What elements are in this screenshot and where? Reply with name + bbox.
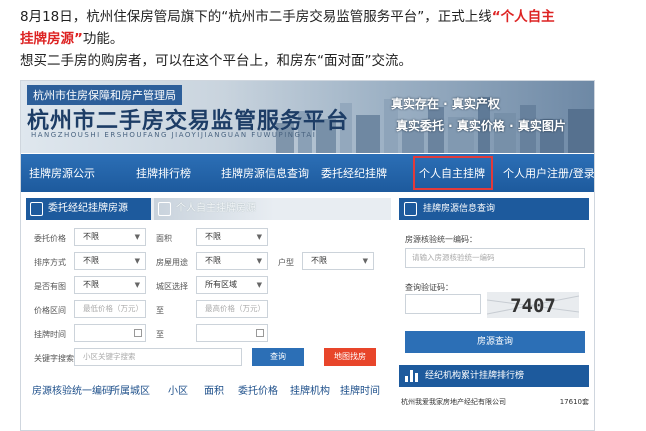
calendar-icon (134, 329, 142, 337)
nav-ranking[interactable]: 挂牌排行榜 (136, 165, 191, 181)
site-banner: 杭州市住房保障和房产管理局 杭州市二手房交易监管服务平台 HANGZHOUSHI… (21, 81, 594, 153)
district-label: 城区选择 (156, 282, 188, 291)
lookup-title: 挂牌房源信息查询 (423, 204, 496, 214)
max-price-input[interactable]: 最高价格（万元） (196, 300, 268, 318)
ranking-row[interactable]: 杭州我爱我家房地产经纪有限公司 17610套 (401, 397, 591, 407)
org-name: 杭州市住房保障和房产管理局 (27, 85, 182, 105)
sort-select[interactable]: 不限 ▼ (74, 252, 146, 270)
agency-name: 杭州我爱我家房地产经纪有限公司 (401, 398, 506, 406)
nav-listing-query[interactable]: 挂牌房源信息查询 (221, 165, 309, 181)
calendar-icon (256, 329, 264, 337)
filter-row-4: 价格区间 最低价格（万元） 至 最高价格（万元） (26, 300, 391, 320)
document-icon (30, 202, 43, 216)
keyword-label: 关键字搜索 (34, 354, 74, 363)
usage-select[interactable]: 不限 ▼ (196, 252, 268, 270)
agency-count: 17610套 (559, 398, 589, 406)
tab-personal-listings[interactable]: 个人自主挂牌房源 (154, 198, 274, 220)
keyword-input[interactable]: 小区关键字搜索 (74, 348, 242, 366)
captcha-text: 7407 (510, 295, 556, 317)
slogan-line-2: 真实委托 · 真实价格 · 真实图片 (396, 119, 566, 133)
min-price-input[interactable]: 最低价格（万元） (74, 300, 146, 318)
tab-agent-label: 委托经纪挂牌房源 (48, 203, 128, 214)
code-input[interactable]: 请输入房源核验统一编码 (405, 248, 585, 268)
price-label: 委托价格 (34, 234, 66, 243)
article-intro: 8月18日，杭州住保房管局旗下的“杭州市二手房交易监管服务平台”，正式上线“个人… (20, 6, 640, 72)
ranking-header: 经纪机构累计挂牌排行榜 (399, 365, 589, 387)
time-to-label: 至 (156, 330, 164, 339)
highlight-box (413, 156, 493, 190)
lookup-submit-button[interactable]: 房源查询 (405, 331, 585, 353)
filter-row-6: 关键字搜索 小区关键字搜索 查询 地图找房 (26, 348, 391, 368)
document-icon (158, 202, 171, 216)
query-button[interactable]: 查询 (252, 348, 304, 366)
price-select[interactable]: 不限 ▼ (74, 228, 146, 246)
area-select[interactable]: 不限 ▼ (196, 228, 268, 246)
tab-personal-label: 个人自主挂牌房源 (176, 203, 256, 214)
filter-row-2: 排序方式 不限 ▼ 房屋用途 不限 ▼ 户型 不限 ▼ (26, 252, 391, 272)
intro-line-2: 挂牌房源”功能。 (20, 28, 640, 50)
col-area: 面积 (204, 386, 224, 397)
col-community: 小区 (168, 386, 188, 397)
col-agency: 挂牌机构 (290, 386, 330, 397)
search-panel: 委托经纪挂牌房源 个人自主挂牌房源 委托价格 不限 ▼ 面积 不限 ▼ 排序方式 不… (26, 198, 391, 368)
document-icon (404, 202, 417, 216)
col-price: 委托价格 (238, 386, 278, 397)
platform-screenshot: 杭州市住房保障和房产管理局 杭州市二手房交易监管服务平台 HANGZHOUSHI… (20, 80, 595, 431)
list-time-end-input[interactable] (196, 324, 268, 342)
tab-agent-listings[interactable]: 委托经纪挂牌房源 (26, 198, 151, 220)
bar-chart-icon (405, 370, 418, 382)
layout-select[interactable]: 不限 ▼ (302, 252, 374, 270)
code-label: 房源核验统一编码： (405, 235, 477, 244)
list-time-label: 挂牌时间 (34, 330, 66, 339)
captcha-label: 查询验证码： (405, 283, 453, 292)
area-label: 面积 (156, 234, 172, 243)
list-time-start-input[interactable] (74, 324, 146, 342)
nav-listing-public[interactable]: 挂牌房源公示 (29, 165, 95, 181)
intro-highlight-1b: “个人自主 (491, 9, 555, 25)
filter-row-3: 是否有图 不限 ▼ 城区选择 所有区域 ▼ (26, 276, 391, 296)
map-search-button[interactable]: 地图找房 (324, 348, 376, 366)
nav-agent-listing[interactable]: 委托经纪挂牌 (321, 165, 387, 181)
usage-label: 房屋用途 (156, 258, 188, 267)
nav-user-register-login[interactable]: 个人用户注册/登录 (503, 165, 594, 181)
district-select[interactable]: 所有区域 ▼ (196, 276, 268, 294)
col-code: 房源核验统一编码 (32, 386, 112, 397)
captcha-image[interactable]: 7407 (487, 292, 579, 318)
price-range-label: 价格区间 (34, 306, 66, 315)
sort-label: 排序方式 (34, 258, 66, 267)
search-tabs: 委托经纪挂牌房源 个人自主挂牌房源 (26, 198, 391, 220)
filter-row-1: 委托价格 不限 ▼ 面积 不限 ▼ (26, 228, 391, 248)
intro-highlight-2a: 挂牌房源” (20, 31, 83, 47)
range-to-label: 至 (156, 306, 164, 315)
layout-label: 户型 (278, 258, 294, 267)
intro-text-1a: 8月18日，杭州住保房管局旗下的“杭州市二手房交易监管服务平台”，正式上线 (20, 9, 492, 25)
col-district: 所属城区 (110, 386, 150, 397)
intro-line-1: 8月18日，杭州住保房管局旗下的“杭州市二手房交易监管服务平台”，正式上线“个人… (20, 6, 640, 28)
listing-table-header: 房源核验统一编码 所属城区 小区 面积 委托价格 挂牌机构 挂牌时间 (26, 378, 391, 400)
col-list-time: 挂牌时间 (340, 386, 380, 397)
intro-line-3: 想买二手房的购房者，可以在这个平台上，和房东“面对面”交流。 (20, 53, 412, 69)
ranking-title: 经纪机构累计挂牌排行榜 (425, 371, 525, 381)
slogan-line-1: 真实存在 · 真实产权 (391, 97, 500, 111)
lookup-header: 挂牌房源信息查询 (399, 198, 589, 220)
has-image-label: 是否有图 (34, 282, 66, 291)
main-nav: 挂牌房源公示 挂牌排行榜 挂牌房源信息查询 委托经纪挂牌 个人自主挂牌 个人用户… (21, 154, 594, 192)
site-title-pinyin: HANGZHOUSHI ERSHOUFANG JIAOYIJIANGUAN FU… (31, 131, 317, 139)
has-image-select[interactable]: 不限 ▼ (74, 276, 146, 294)
filter-row-5: 挂牌时间 至 (26, 324, 391, 344)
captcha-input[interactable] (405, 294, 481, 314)
intro-text-2b: 功能。 (82, 31, 124, 47)
